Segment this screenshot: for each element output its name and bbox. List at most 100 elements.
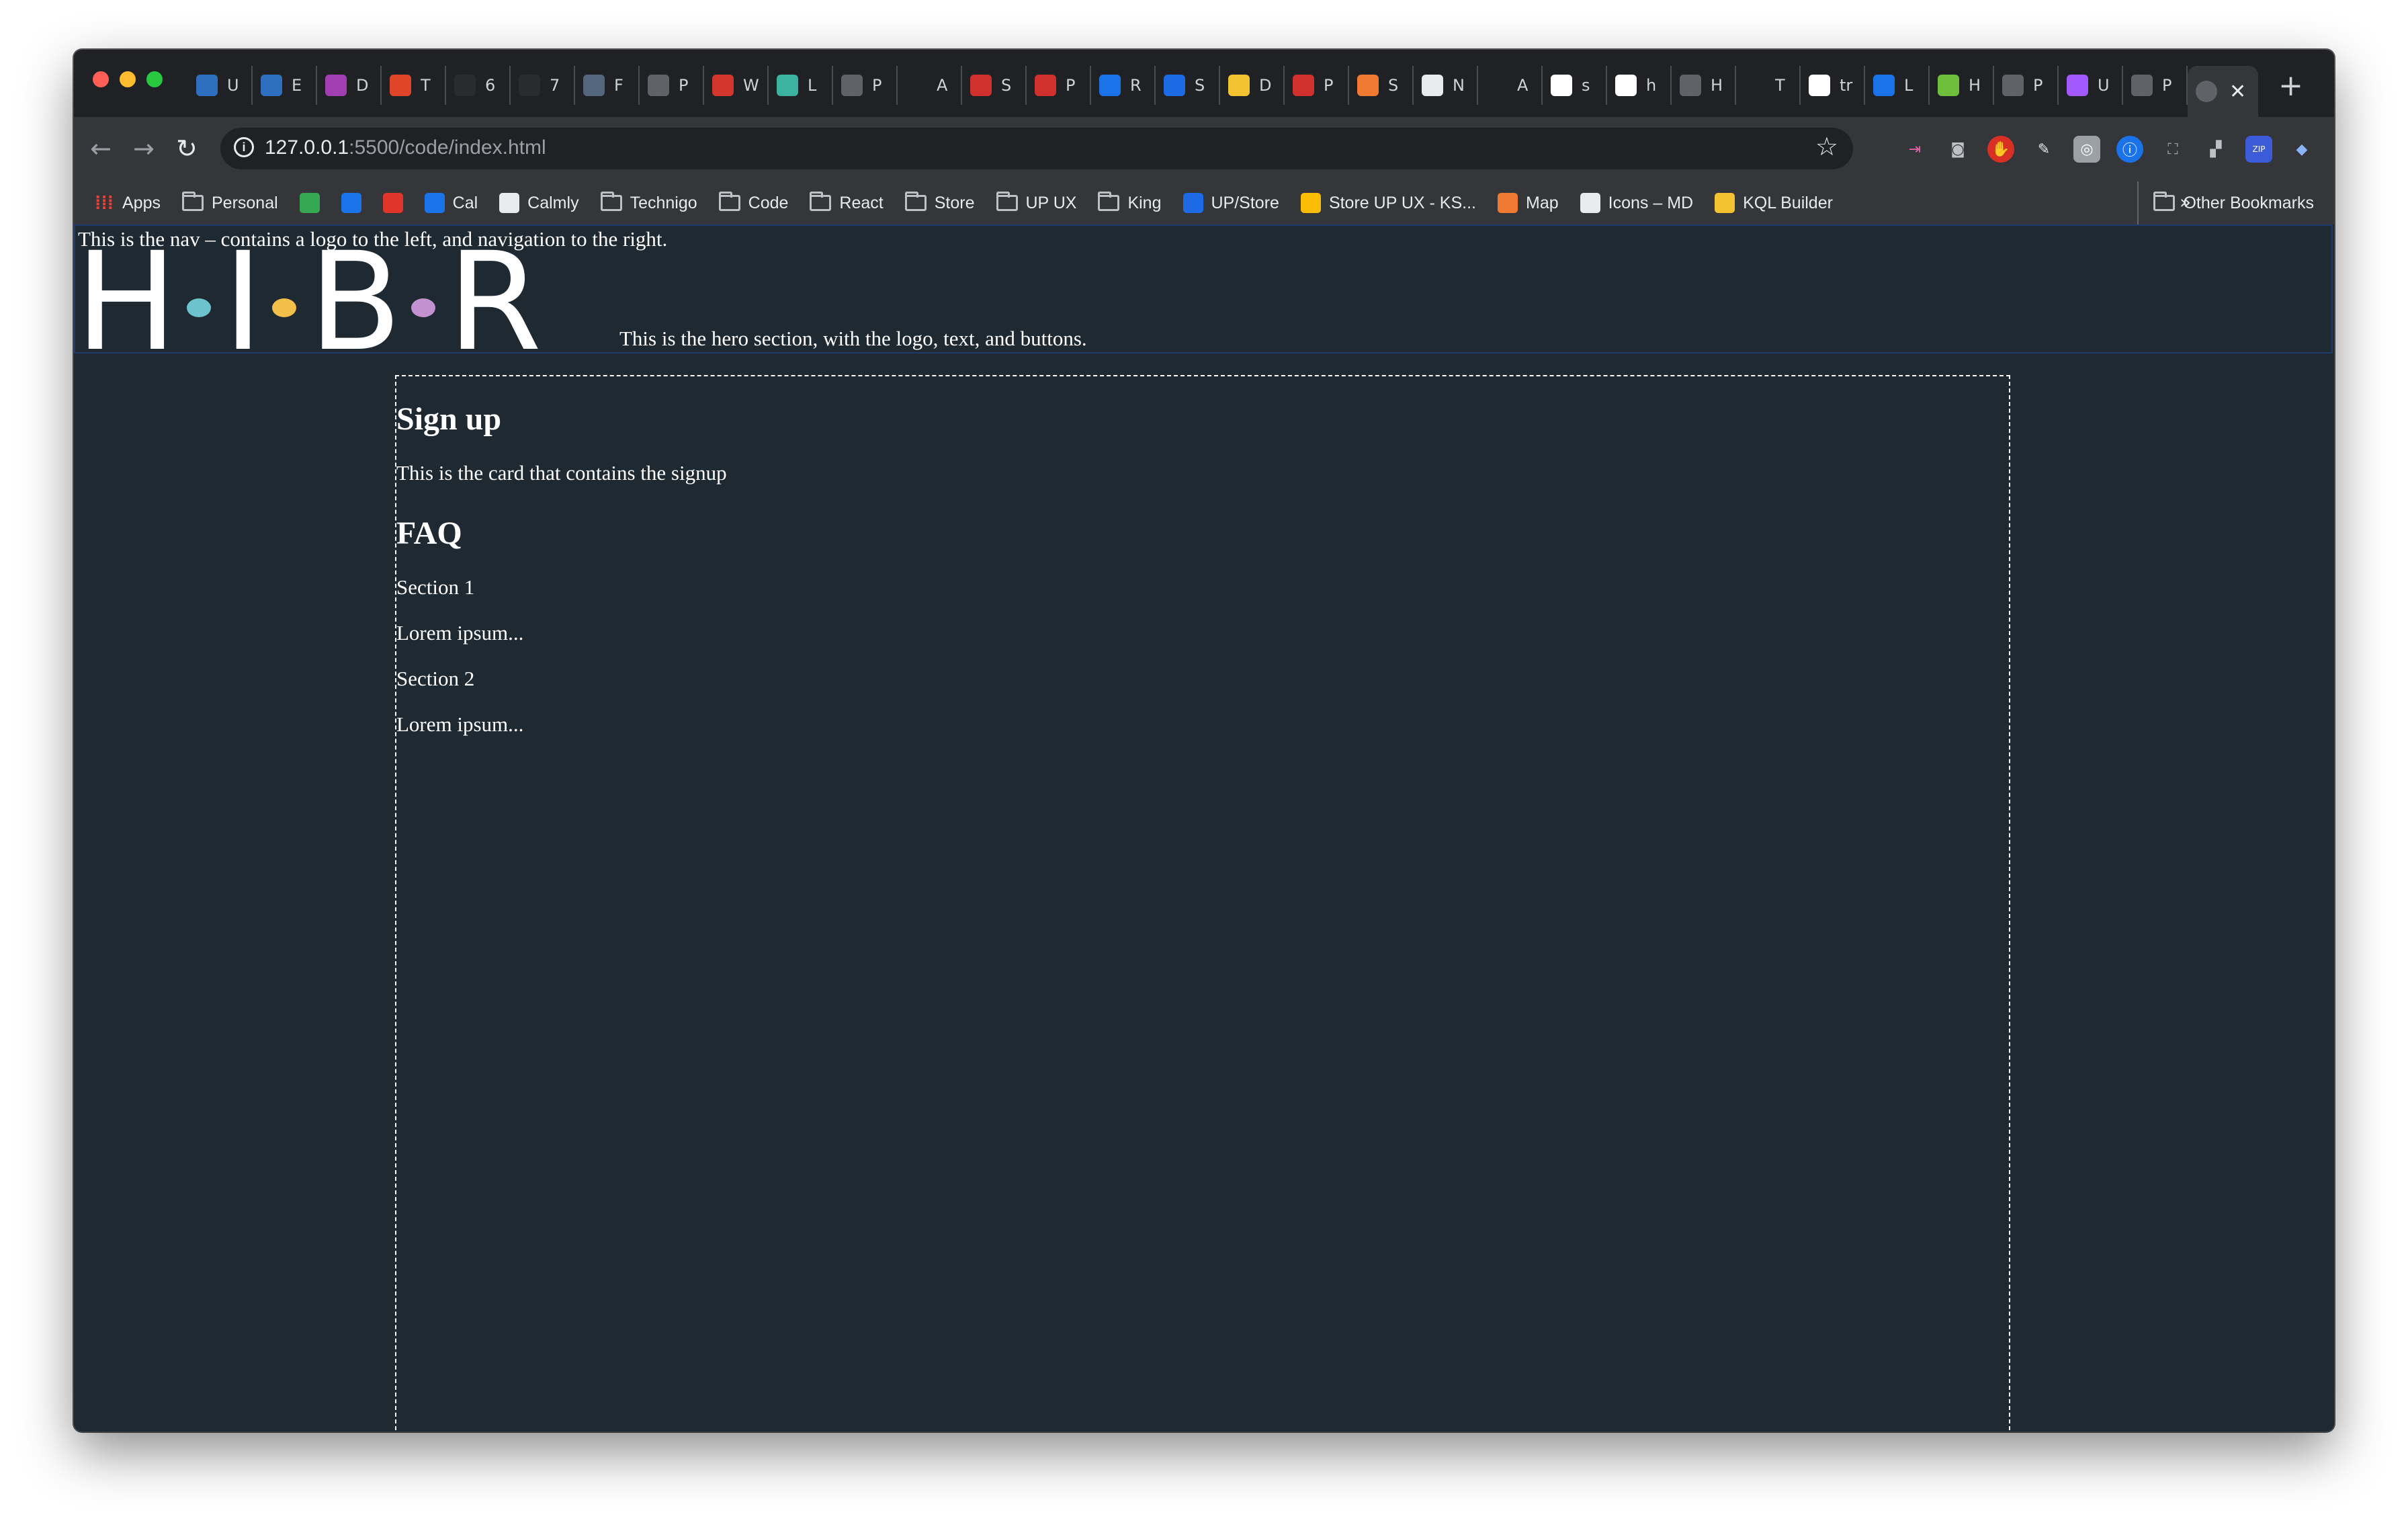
browser-tab[interactable]: s (1543, 66, 1607, 105)
browser-tab[interactable]: P (833, 66, 898, 105)
bookmark-item[interactable]: Store UP UX - KS... (1300, 193, 1476, 213)
browser-tab[interactable]: U (2059, 66, 2123, 105)
hibr-logo[interactable]: HIBR (75, 234, 542, 370)
screenshot-extension-icon[interactable]: ⛶ (2159, 136, 2186, 163)
browser-tab[interactable]: R (1091, 66, 1156, 105)
forward-arrow-icon[interactable]: → (133, 132, 155, 165)
url-text[interactable]: 127.0.0.1:5500/code/index.html (265, 136, 546, 159)
bookmark-label: Technigo (630, 193, 697, 212)
folder-icon (181, 192, 204, 211)
bookmark-item[interactable] (299, 193, 320, 213)
browser-tab[interactable]: T (382, 66, 446, 105)
browser-tab[interactable]: P (640, 66, 704, 105)
tab-title: 7 (550, 76, 560, 95)
zoom-window-button[interactable] (146, 71, 163, 87)
bookmark-favicon-icon (299, 193, 320, 213)
close-window-button[interactable] (93, 71, 109, 87)
browser-tab[interactable]: 7 (511, 66, 575, 105)
tab-title: D (1259, 76, 1272, 95)
browser-tab[interactable]: U (188, 66, 253, 105)
tab-title: P (679, 76, 689, 95)
bookmark-item[interactable]: UP UX (996, 192, 1076, 213)
folder-icon (1098, 192, 1120, 211)
layers-extension-icon[interactable]: ▞ (2202, 136, 2229, 163)
browser-tab[interactable]: E (253, 66, 317, 105)
diamond-extension-icon[interactable]: ◆ (2288, 136, 2315, 163)
bookmark-item[interactable]: KQL Builder (1715, 193, 1833, 213)
zip-extension-icon[interactable]: ZIP (2245, 136, 2272, 163)
browser-tab[interactable]: H (1672, 66, 1736, 105)
bookmark-item[interactable]: Personal (181, 192, 278, 213)
browser-tab[interactable]: F (575, 66, 640, 105)
bookmarks-list: ⁞⁞⁞ Apps Personal Cal Calmly Technigo Code Reac… (94, 181, 1833, 224)
browser-tab[interactable]: D (1220, 66, 1285, 105)
signup-text: This is the card that contains the signu… (396, 461, 727, 485)
lens-extension-icon[interactable]: ◎ (2073, 136, 2100, 163)
browser-tab[interactable]: S (962, 66, 1027, 105)
bookmark-item[interactable]: Store (904, 192, 975, 213)
bookmark-item[interactable]: Icons – MD (1580, 193, 1693, 213)
bookmark-item[interactable] (341, 193, 361, 213)
browser-tab[interactable]: W (704, 66, 769, 105)
bookmark-item[interactable]: Cal (424, 193, 478, 213)
new-tab-button[interactable]: + (2278, 69, 2303, 103)
browser-tab[interactable]: P (1285, 66, 1349, 105)
browser-tab[interactable]: S (1349, 66, 1414, 105)
globe-icon (648, 75, 669, 96)
bookmark-item[interactable] (382, 193, 403, 213)
browser-tab[interactable]: A (898, 66, 962, 105)
address-bar[interactable]: i 127.0.0.1:5500/code/index.html ☆ (220, 128, 1853, 169)
browser-tab[interactable]: A (1478, 66, 1543, 105)
browser-toolbar: ← → ↻ i 127.0.0.1:5500/code/index.html ☆… (74, 117, 2334, 181)
url-path: :5500/code/index.html (349, 136, 546, 159)
bookmark-favicon-icon (1498, 193, 1518, 213)
password-extension-icon[interactable]: ⓘ (2116, 136, 2143, 163)
bookmark-item[interactable]: Calmly (499, 193, 579, 213)
active-tab[interactable]: ✕ (2188, 66, 2259, 117)
camera-extension-icon[interactable]: ◙ (1944, 136, 1971, 163)
minimize-window-button[interactable] (120, 71, 136, 87)
browser-tab[interactable]: P (2123, 66, 2188, 105)
folder-icon (718, 192, 740, 211)
tab-title: P (1066, 76, 1076, 95)
browser-tab[interactable]: L (769, 66, 833, 105)
close-tab-icon[interactable]: ✕ (2229, 80, 2246, 104)
browser-tab[interactable]: P (1027, 66, 1091, 105)
bookmark-item[interactable]: King (1098, 192, 1162, 213)
bookmark-item[interactable]: Technigo (600, 192, 697, 213)
bookmark-item[interactable]: ⁞⁞⁞ Apps (94, 192, 161, 213)
page-icon (583, 75, 605, 96)
reload-icon[interactable]: ↻ (176, 132, 198, 165)
browser-tab[interactable]: N (1414, 66, 1478, 105)
bookmark-star-icon[interactable]: ☆ (1815, 132, 1838, 161)
browser-tab[interactable]: D (317, 66, 382, 105)
folder-icon (810, 192, 832, 211)
folder-icon (904, 192, 927, 211)
bookmark-label: UP/Store (1211, 193, 1279, 212)
browser-tab[interactable]: h (1607, 66, 1672, 105)
hand-extension-icon[interactable]: ✋ (1987, 136, 2014, 163)
browser-tab[interactable]: 6 (446, 66, 511, 105)
tab-title: N (1453, 76, 1465, 95)
bookmark-item[interactable]: Map (1498, 193, 1559, 213)
bookmark-label: Store UP UX - KS... (1328, 193, 1476, 212)
browser-tab[interactable]: P (1994, 66, 2059, 105)
bookmark-item[interactable]: Code (718, 192, 788, 213)
arrow-extension-icon[interactable]: ⇥ (1901, 136, 1928, 163)
browser-tab[interactable]: tr (1801, 66, 1865, 105)
bookmark-item[interactable]: React (810, 192, 884, 213)
other-bookmarks-folder[interactable]: Other Bookmarks (2137, 181, 2314, 224)
page-icon (325, 75, 347, 96)
tab-title: P (2162, 76, 2172, 95)
browser-tab[interactable]: H (1930, 66, 1994, 105)
bookmark-item[interactable]: UP/Store (1182, 193, 1279, 213)
puzzle-extension-icon[interactable]: ✚ (2331, 136, 2334, 163)
site-info-icon[interactable]: i (234, 137, 254, 157)
bookmark-label: King (1127, 193, 1162, 212)
browser-tab[interactable]: S (1156, 66, 1220, 105)
browser-tab[interactable]: L (1865, 66, 1930, 105)
eyedropper-extension-icon[interactable]: ✎ (2030, 136, 2057, 163)
back-arrow-icon[interactable]: ← (90, 132, 112, 165)
browser-tab[interactable]: T (1736, 66, 1801, 105)
globe-icon (2196, 81, 2217, 102)
